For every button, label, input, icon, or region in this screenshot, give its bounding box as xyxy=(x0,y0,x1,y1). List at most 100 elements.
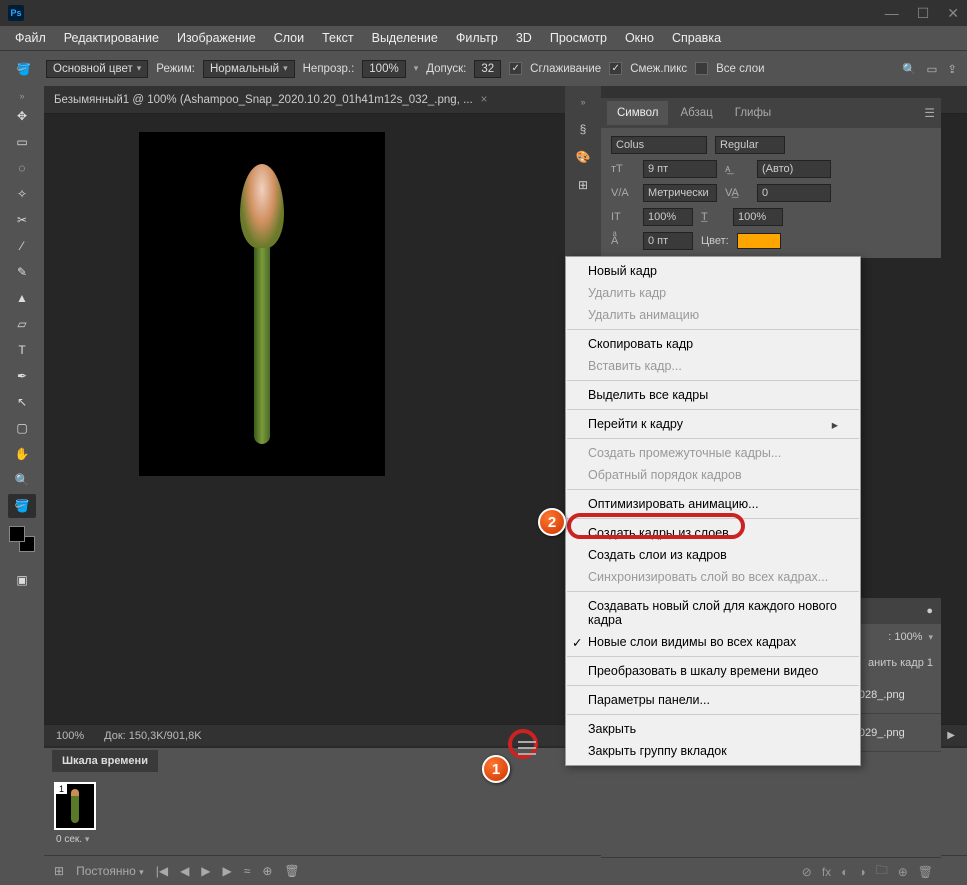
menuitem[interactable]: Оптимизировать анимацию... xyxy=(566,493,860,515)
fill-source[interactable]: Основной цвет ▾ xyxy=(46,60,148,78)
text-color[interactable] xyxy=(737,233,781,249)
menuitem[interactable]: Перейти к кадру xyxy=(566,413,860,435)
tab-timeline[interactable]: Шкала времени xyxy=(52,750,158,772)
menu-фильтр[interactable]: Фильтр xyxy=(449,28,505,48)
collapse-right-icon[interactable]: » xyxy=(565,96,601,108)
brush-tool[interactable]: ✎ xyxy=(8,260,36,284)
opacity-value[interactable]: 100% xyxy=(362,60,405,78)
collapse-icon[interactable]: » xyxy=(4,90,40,102)
menuitem[interactable]: Новый кадр xyxy=(566,260,860,282)
eyedropper-tool[interactable]: ⁄ xyxy=(8,234,36,258)
folder-icon[interactable]: 🗀 xyxy=(876,861,888,882)
menuitem[interactable]: Новые слои видимы во всех кадрах xyxy=(566,631,860,653)
menu-слои[interactable]: Слои xyxy=(267,28,311,48)
close-icon[interactable]: ✕ xyxy=(947,5,959,22)
menuitem[interactable]: Параметры панели... xyxy=(566,689,860,711)
menu-3d[interactable]: 3D xyxy=(509,28,539,48)
loop-select[interactable]: Постоянно ▾ xyxy=(76,864,144,878)
crop-tool[interactable]: ✂ xyxy=(8,208,36,232)
menuitem[interactable]: Закрыть группу вкладок xyxy=(566,740,860,762)
play-icon[interactable]: ▶ xyxy=(201,864,210,878)
menuitem[interactable]: Выделить все кадры xyxy=(566,384,860,406)
first-frame-icon[interactable]: |◀ xyxy=(156,864,168,878)
zoom-level[interactable]: 100% xyxy=(56,730,84,742)
menuitem[interactable]: Скопировать кадр xyxy=(566,333,860,355)
alllayers-check[interactable] xyxy=(695,62,708,75)
menuitem[interactable]: Создать слои из кадров xyxy=(566,544,860,566)
share-icon[interactable]: ⇪ xyxy=(947,62,957,76)
kerning[interactable]: Метрически xyxy=(643,184,717,202)
trash-icon[interactable]: 🗑 xyxy=(918,865,933,879)
workspace-icon[interactable]: ▭ xyxy=(926,62,937,76)
paragraph-icon[interactable]: § xyxy=(580,122,587,136)
contiguous-check[interactable]: ✓ xyxy=(609,62,622,75)
menuitem[interactable]: Создать кадры из слоев xyxy=(566,522,860,544)
convert-icon[interactable]: ⊞ xyxy=(54,864,64,878)
fg-bg-colors[interactable] xyxy=(9,526,35,552)
menu-редактирование[interactable]: Редактирование xyxy=(57,28,166,48)
mode-select[interactable]: Нормальный ▾ xyxy=(203,60,295,78)
panel-menu-icon[interactable]: ☰ xyxy=(924,106,935,120)
fx-icon[interactable]: fx xyxy=(822,865,831,879)
menuitem[interactable]: Преобразовать в шкалу времени видео xyxy=(566,660,860,682)
move-tool[interactable]: ✥ xyxy=(8,104,36,128)
timeline-context-menu[interactable]: Новый кадрУдалить кадрУдалить анимациюСк… xyxy=(565,256,861,766)
swatches-icon[interactable]: 🎨 xyxy=(576,150,591,164)
vscale[interactable]: 100% xyxy=(643,208,693,226)
font-weight[interactable]: Regular xyxy=(715,136,785,154)
bucket-tool[interactable]: 🪣 xyxy=(8,494,36,518)
close-tab-icon[interactable]: × xyxy=(481,94,488,106)
grid-icon[interactable]: ⊞ xyxy=(578,178,588,192)
adjust-icon[interactable]: ◑ xyxy=(858,865,865,879)
maximize-icon[interactable]: ☐ xyxy=(917,5,930,22)
stamp-tool[interactable]: ▲ xyxy=(8,286,36,310)
prev-frame-icon[interactable]: ◀ xyxy=(180,864,189,878)
options-bar: 🪣 Основной цвет ▾ Режим: Нормальный ▾ Не… xyxy=(0,50,967,86)
wand-tool[interactable]: ✧ xyxy=(8,182,36,206)
type-tool[interactable]: T xyxy=(8,338,36,362)
menu-изображение[interactable]: Изображение xyxy=(170,28,263,48)
tab-glyphs[interactable]: Глифы xyxy=(725,101,781,125)
canvas[interactable] xyxy=(139,132,385,476)
menu-выделение[interactable]: Выделение xyxy=(365,28,445,48)
quickmask-icon[interactable]: ▣ xyxy=(8,568,36,592)
mask-icon[interactable]: ◐ xyxy=(841,865,848,879)
delete-frame-icon[interactable]: 🗑 xyxy=(284,864,299,878)
font-family[interactable]: Colus xyxy=(611,136,707,154)
leading[interactable]: (Авто) xyxy=(757,160,831,178)
menu-окно[interactable]: Окно xyxy=(618,28,661,48)
tab-symbol[interactable]: Символ xyxy=(607,101,668,125)
menuitem[interactable]: Создавать новый слой для каждого нового … xyxy=(566,595,860,631)
path-tool[interactable]: ↖ xyxy=(8,390,36,414)
tolerance-value[interactable]: 32 xyxy=(474,60,501,78)
hand-tool[interactable]: ✋ xyxy=(8,442,36,466)
menu-файл[interactable]: Файл xyxy=(8,28,53,48)
pen-tool[interactable]: ✒ xyxy=(8,364,36,388)
antialias-check[interactable]: ✓ xyxy=(509,62,522,75)
tween-icon[interactable]: ≈ xyxy=(244,864,251,878)
font-size[interactable]: 9 пт xyxy=(643,160,717,178)
layer-filter-icon[interactable]: ● xyxy=(926,605,933,617)
link-icon[interactable]: ⊘ xyxy=(802,865,812,879)
bucket-icon[interactable]: 🪣 xyxy=(10,57,38,81)
zoom-tool[interactable]: 🔍 xyxy=(8,468,36,492)
search-icon[interactable]: 🔍 xyxy=(902,62,916,76)
minimize-icon[interactable]: — xyxy=(885,5,899,22)
marquee-tool[interactable]: ▭ xyxy=(8,130,36,154)
menu-просмотр[interactable]: Просмотр xyxy=(543,28,614,48)
menu-справка[interactable]: Справка xyxy=(665,28,728,48)
menu-текст[interactable]: Текст xyxy=(315,28,360,48)
tracking[interactable]: 0 xyxy=(757,184,831,202)
baseline[interactable]: 0 пт xyxy=(643,232,693,250)
new-layer-icon[interactable]: ⊕ xyxy=(898,865,908,879)
next-frame-icon[interactable]: ▶ xyxy=(223,864,232,878)
shape-tool[interactable]: ▢ xyxy=(8,416,36,440)
menuitem[interactable]: Закрыть xyxy=(566,718,860,740)
hscale[interactable]: 100% xyxy=(733,208,783,226)
tab-paragraph[interactable]: Абзац xyxy=(670,101,722,125)
menubar[interactable]: ФайлРедактированиеИзображениеСлоиТекстВы… xyxy=(0,26,967,50)
frame-1[interactable]: 1 0 сек. ▾ xyxy=(54,782,96,847)
eraser-tool[interactable]: ▱ xyxy=(8,312,36,336)
lasso-tool[interactable]: ◌ xyxy=(8,156,36,180)
new-frame-icon[interactable]: ⊕ xyxy=(262,864,272,878)
